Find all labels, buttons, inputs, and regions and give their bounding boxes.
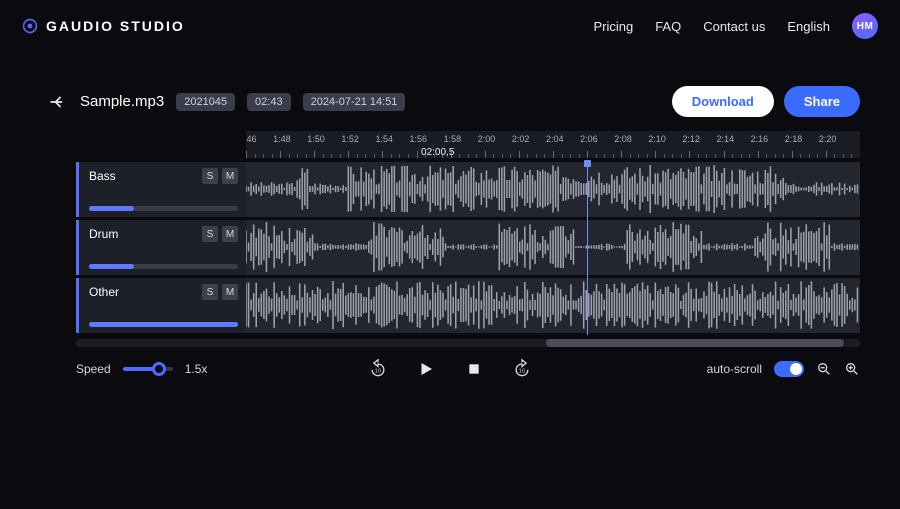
autoscroll-label: auto-scroll xyxy=(707,362,762,376)
track-row: Bass S M xyxy=(76,162,860,217)
avatar[interactable]: HM xyxy=(852,13,878,39)
transport-bar: Speed 1.5x 10 10 auto-scroll xyxy=(0,347,900,377)
transport-right: auto-scroll xyxy=(707,361,860,377)
solo-button[interactable]: S xyxy=(202,284,218,300)
forward-10-button[interactable]: 10 xyxy=(512,359,532,379)
speed-label: Speed xyxy=(76,362,111,376)
time-ruler[interactable]: 1:461:481:501:521:541:561:582:002:022:04… xyxy=(246,131,860,159)
zoom-in-icon[interactable] xyxy=(844,361,860,377)
svg-text:10: 10 xyxy=(375,368,382,374)
playhead-time: 02:00,5 xyxy=(421,147,454,158)
zoom-out-icon[interactable] xyxy=(816,361,832,377)
file-date-chip: 2024-07-21 14:51 xyxy=(303,93,406,111)
transport-center: 10 10 xyxy=(368,359,532,379)
nav-right: Pricing FAQ Contact us English HM xyxy=(593,13,878,39)
nav-contact[interactable]: Contact us xyxy=(703,19,765,34)
nav-pricing[interactable]: Pricing xyxy=(593,19,633,34)
brand-text: GAUDIO STUDIO xyxy=(46,18,185,34)
track-waveform[interactable] xyxy=(246,220,860,275)
speed-slider-knob[interactable] xyxy=(152,362,166,376)
track-waveform[interactable] xyxy=(246,278,860,333)
editor: 1:461:481:501:521:541:561:582:002:022:04… xyxy=(0,131,900,347)
file-bar: Sample.mp3 2021045 02:43 2024-07-21 14:5… xyxy=(0,52,900,131)
speed-value: 1.5x xyxy=(185,362,208,376)
track-head: Drum S M xyxy=(76,220,246,275)
volume-slider[interactable] xyxy=(89,264,238,269)
track-name: Bass xyxy=(89,169,116,183)
track-waveform[interactable] xyxy=(246,162,860,217)
play-button[interactable] xyxy=(416,359,436,379)
share-button[interactable]: Share xyxy=(784,86,860,117)
track-head: Other S M xyxy=(76,278,246,333)
speed-slider[interactable] xyxy=(123,367,173,371)
track-row: Other S M xyxy=(76,278,860,333)
brand[interactable]: GAUDIO STUDIO xyxy=(22,18,185,34)
track-head: Bass S M xyxy=(76,162,246,217)
volume-slider[interactable] xyxy=(89,322,238,327)
autoscroll-toggle[interactable] xyxy=(774,361,804,377)
file-name: Sample.mp3 xyxy=(80,93,164,110)
track-row: Drum S M xyxy=(76,220,860,275)
back-arrow-icon[interactable] xyxy=(48,92,68,112)
track-name: Drum xyxy=(89,227,118,241)
file-duration-chip: 02:43 xyxy=(247,93,291,111)
track-name: Other xyxy=(89,285,119,299)
svg-text:10: 10 xyxy=(519,368,526,374)
nav-language[interactable]: English xyxy=(787,19,830,34)
file-id-chip: 2021045 xyxy=(176,93,235,111)
solo-button[interactable]: S xyxy=(202,226,218,242)
volume-slider[interactable] xyxy=(89,206,238,211)
nav-faq[interactable]: FAQ xyxy=(655,19,681,34)
ruler-tick: 2:20 xyxy=(826,131,860,158)
top-nav: GAUDIO STUDIO Pricing FAQ Contact us Eng… xyxy=(0,0,900,52)
solo-button[interactable]: S xyxy=(202,168,218,184)
horizontal-scrollbar[interactable] xyxy=(76,339,860,347)
mute-button[interactable]: M xyxy=(222,284,238,300)
mute-button[interactable]: M xyxy=(222,168,238,184)
stop-button[interactable] xyxy=(464,359,484,379)
rewind-10-button[interactable]: 10 xyxy=(368,359,388,379)
mute-button[interactable]: M xyxy=(222,226,238,242)
brand-icon xyxy=(22,18,38,34)
tracks-container: 02:00,5 Bass S M Drum S M xyxy=(76,162,860,333)
scrollbar-thumb[interactable] xyxy=(546,339,844,347)
download-button[interactable]: Download xyxy=(672,86,774,117)
